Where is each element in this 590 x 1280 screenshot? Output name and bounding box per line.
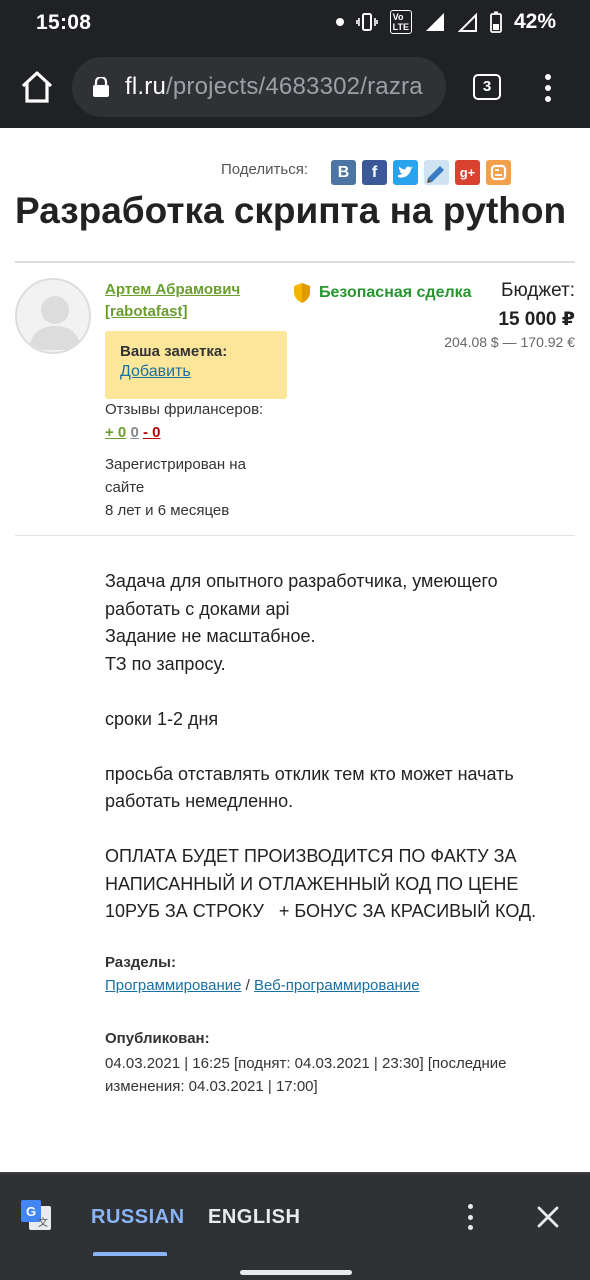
- shield-icon: [294, 283, 310, 303]
- reviews-counts: + 0 0 - 0: [105, 424, 160, 441]
- svg-text:G: G: [26, 1204, 36, 1219]
- page-content: Поделиться: B f g+ Разработка скрипта на…: [0, 128, 590, 1172]
- svg-text:文: 文: [38, 1216, 48, 1229]
- description-line: Задание не масштабное.: [105, 626, 316, 646]
- battery-percent: 42%: [513, 10, 556, 33]
- status-bar: 15:08 Vo LTE 42%: [0, 0, 590, 46]
- tab-switcher-button[interactable]: 3: [473, 74, 501, 100]
- description-line: просьба отставлять отклик тем кто может …: [105, 763, 519, 812]
- status-icons: Vo LTE 42%: [335, 10, 556, 34]
- google-plus-icon[interactable]: g+: [455, 160, 480, 185]
- budget-value: 15 000 ₽: [498, 309, 575, 330]
- gesture-nav-handle[interactable]: [240, 1270, 352, 1275]
- budget-converted: 204.08 $ — 170.92 €: [444, 334, 575, 350]
- twitter-icon[interactable]: [393, 160, 418, 185]
- description-line: [105, 733, 575, 761]
- signal-icon: [425, 13, 444, 31]
- battery-icon: [490, 11, 502, 33]
- google-translate-icon: G 文: [21, 1200, 51, 1230]
- bookmark-icon[interactable]: [424, 160, 449, 185]
- note-label: Ваша заметка:: [120, 343, 228, 360]
- employer-login[interactable]: [rabotafast]: [105, 301, 240, 323]
- vibrate-icon: [355, 13, 378, 31]
- url-domain: fl.ru: [125, 73, 167, 100]
- url-text: fl.ru/projects/4683302/razra: [125, 73, 423, 101]
- avatar[interactable]: [15, 278, 91, 354]
- url-path: /projects/4683302/razra: [166, 73, 423, 100]
- published-label: Опубликован:: [105, 1030, 210, 1047]
- section-separator: /: [245, 977, 250, 994]
- close-icon[interactable]: [536, 1205, 560, 1229]
- user-silhouette-icon: [29, 296, 81, 350]
- blogger-icon[interactable]: [486, 160, 511, 185]
- registered-label: Зарегистрирован на сайте: [105, 456, 246, 496]
- volte-icon: Vo LTE: [389, 10, 412, 34]
- address-bar[interactable]: fl.ru/projects/4683302/razra: [72, 57, 446, 117]
- translate-bar: G 文 RUSSIAN ENGLISH: [0, 1172, 590, 1280]
- add-note-link[interactable]: Добавить: [120, 363, 272, 381]
- description-line: Задача для опытного разработчика, умеюще…: [105, 571, 503, 619]
- note-box: Ваша заметка: Добавить: [105, 331, 287, 399]
- home-icon[interactable]: [18, 68, 56, 106]
- vk-icon[interactable]: B: [331, 160, 356, 185]
- tab-target-language[interactable]: ENGLISH: [208, 1206, 300, 1229]
- employer-name[interactable]: Артем Абрамович: [105, 279, 240, 301]
- description-line: ОПЛАТА БУДЕТ ПРОИЗВОДИТСЯ ПО ФАКТУ ЗА НА…: [105, 846, 537, 921]
- description-line: [105, 678, 575, 706]
- section-link-web-programming[interactable]: Веб-программирование: [254, 977, 420, 994]
- section-link-programming[interactable]: Программирование: [105, 977, 241, 994]
- notification-dot-icon: [335, 18, 344, 26]
- share-label: Поделиться:: [221, 161, 308, 178]
- registered-duration: 8 лет и 6 месяцев: [105, 502, 230, 519]
- reviews-positive[interactable]: + 0: [105, 424, 126, 441]
- facebook-icon[interactable]: f: [362, 160, 387, 185]
- lock-icon: [93, 77, 109, 97]
- description-line: сроки 1-2 дня: [105, 708, 219, 729]
- translate-menu-icon[interactable]: [466, 1204, 474, 1230]
- description-line: [105, 816, 575, 844]
- divider: [15, 261, 575, 263]
- tab-source-language[interactable]: RUSSIAN: [91, 1206, 185, 1229]
- status-time: 15:08: [36, 11, 92, 34]
- budget-label: Бюджет:: [500, 280, 575, 301]
- divider: [15, 535, 575, 536]
- reviews-label: Отзывы фрилансеров:: [105, 401, 264, 418]
- description-line: ТЗ по запросу.: [105, 653, 226, 674]
- reviews-neutral[interactable]: 0: [130, 424, 138, 441]
- browser-toolbar: fl.ru/projects/4683302/razra 3: [0, 46, 590, 128]
- wifi-off-icon: [457, 12, 477, 32]
- registration-info: Зарегистрирован на сайте 8 лет и 6 месяц…: [105, 453, 285, 522]
- safe-deal-label[interactable]: Безопасная сделка: [319, 284, 472, 302]
- published-dates: 04.03.2021 | 16:25 [поднят: 04.03.2021 |…: [105, 1055, 507, 1095]
- share-icons: B f g+: [331, 160, 511, 185]
- reviews-negative[interactable]: - 0: [143, 424, 161, 441]
- sections-label: Разделы:: [105, 954, 176, 971]
- project-description: Задача для опытного разработчика, умеюще…: [105, 568, 575, 926]
- page-title: Разработка скрипта на python: [15, 190, 567, 231]
- browser-menu-icon[interactable]: [538, 72, 558, 104]
- employer-name-link[interactable]: Артем Абрамович [rabotafast]: [105, 279, 240, 323]
- safe-deal-badge[interactable]: Безопасная сделка: [292, 282, 472, 304]
- sections-links: Программирование / Веб-программирование: [105, 977, 420, 994]
- active-tab-indicator: [93, 1252, 167, 1256]
